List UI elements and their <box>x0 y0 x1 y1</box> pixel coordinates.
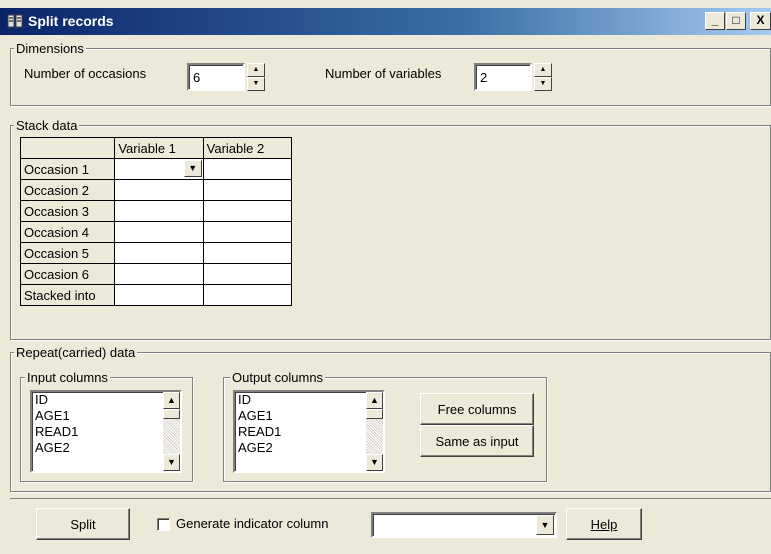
grid-cell-occasion-1-variable-2[interactable] <box>202 158 293 180</box>
column-header-variable-1[interactable]: Variable 1 <box>114 137 204 159</box>
occasions-label: Number of occasions <box>24 66 147 81</box>
scroll-up-arrow-icon[interactable]: ▲ <box>163 392 180 409</box>
output-columns-legend: Output columns <box>230 370 326 385</box>
indicator-column-select[interactable]: ▼ <box>371 512 557 538</box>
grid-cell-occasion-1-variable-1[interactable]: ▼ <box>114 158 204 180</box>
list-item[interactable]: READ1 <box>235 424 383 440</box>
list-item[interactable]: AGE2 <box>32 440 180 456</box>
scroll-track[interactable] <box>366 419 383 454</box>
grid-cell[interactable] <box>114 179 204 201</box>
scroll-down-arrow-icon[interactable]: ▼ <box>366 454 383 471</box>
row-header-occasion-3: Occasion 3 <box>19 200 116 222</box>
occasions-value: 6 <box>193 70 201 85</box>
grid-cell[interactable] <box>202 179 293 201</box>
window-title: Split records <box>28 13 114 29</box>
grid-cell[interactable] <box>114 200 204 222</box>
list-item[interactable]: READ1 <box>32 424 180 440</box>
grid-cell[interactable] <box>202 200 293 222</box>
footer-divider <box>10 498 771 499</box>
row-header-occasion-1: Occasion 1 <box>19 158 116 180</box>
split-button[interactable]: Split <box>36 508 130 540</box>
help-button[interactable]: Help <box>566 508 642 540</box>
split-records-icon <box>7 13 23 29</box>
occasions-spinner[interactable]: ▲ ▼ <box>247 63 265 91</box>
output-columns-scrollbar[interactable]: ▲ ▼ <box>366 392 383 471</box>
dropdown-arrow-icon[interactable]: ▼ <box>183 160 202 177</box>
occasions-input[interactable]: 6 <box>187 63 245 91</box>
grid-cell[interactable] <box>202 242 293 264</box>
title-bar[interactable]: Split records _ □ X <box>0 8 771 35</box>
row-header-occasion-5: Occasion 5 <box>19 242 116 264</box>
output-columns-list[interactable]: ID AGE1 READ1 AGE2 ▲ ▼ <box>233 390 385 473</box>
close-button[interactable]: X <box>750 12 771 30</box>
grid-corner <box>19 137 116 159</box>
spin-down-arrow-icon[interactable]: ▼ <box>247 77 265 91</box>
list-item[interactable]: AGE1 <box>235 408 383 424</box>
row-header-occasion-4: Occasion 4 <box>19 221 116 243</box>
indicator-checkbox[interactable] <box>157 518 170 531</box>
row-header-occasion-2: Occasion 2 <box>19 179 116 201</box>
spin-up-arrow-icon[interactable]: ▲ <box>534 63 552 77</box>
input-columns-legend: Input columns <box>25 370 110 385</box>
minimize-button[interactable]: _ <box>705 12 725 30</box>
variables-value: 2 <box>480 70 488 85</box>
help-label: Help <box>590 516 618 532</box>
variables-spinner[interactable]: ▲ ▼ <box>534 63 552 91</box>
grid-cell[interactable] <box>114 242 204 264</box>
indicator-label[interactable]: Generate indicator column <box>176 516 328 531</box>
scroll-thumb[interactable] <box>163 409 180 419</box>
list-item[interactable]: AGE2 <box>235 440 383 456</box>
stack-grid: Variable 1 Variable 2 Occasion 1 ▼ Occas… <box>19 137 293 306</box>
list-item[interactable]: ID <box>32 392 180 408</box>
grid-cell[interactable] <box>202 284 293 306</box>
row-header-occasion-6: Occasion 6 <box>19 263 116 285</box>
grid-cell[interactable] <box>202 263 293 285</box>
grid-cell[interactable] <box>114 221 204 243</box>
dimensions-legend: Dimensions <box>14 41 86 56</box>
scroll-up-arrow-icon[interactable]: ▲ <box>366 392 383 409</box>
input-columns-list[interactable]: ID AGE1 READ1 AGE2 ▲ ▼ <box>30 390 182 473</box>
grid-cell[interactable] <box>114 263 204 285</box>
grid-cell[interactable] <box>202 221 293 243</box>
list-item[interactable]: ID <box>235 392 383 408</box>
spin-up-arrow-icon[interactable]: ▲ <box>247 63 265 77</box>
same-as-input-button[interactable]: Same as input <box>420 425 534 457</box>
grid-cell[interactable] <box>114 284 204 306</box>
spin-down-arrow-icon[interactable]: ▼ <box>534 77 552 91</box>
maximize-button[interactable]: □ <box>726 12 746 30</box>
repeat-data-legend: Repeat(carried) data <box>14 345 138 360</box>
input-columns-scrollbar[interactable]: ▲ ▼ <box>163 392 180 471</box>
stack-data-legend: Stack data <box>14 118 80 133</box>
variables-input[interactable]: 2 <box>474 63 532 91</box>
column-header-variable-2[interactable]: Variable 2 <box>202 137 293 159</box>
variables-label: Number of variables <box>325 66 442 81</box>
scroll-track[interactable] <box>163 419 180 454</box>
scroll-down-arrow-icon[interactable]: ▼ <box>163 454 180 471</box>
dropdown-arrow-icon[interactable]: ▼ <box>536 515 554 535</box>
scroll-thumb[interactable] <box>366 409 383 419</box>
list-item[interactable]: AGE1 <box>32 408 180 424</box>
row-header-stacked-into: Stacked into <box>19 284 116 306</box>
free-columns-button[interactable]: Free columns <box>420 393 534 425</box>
